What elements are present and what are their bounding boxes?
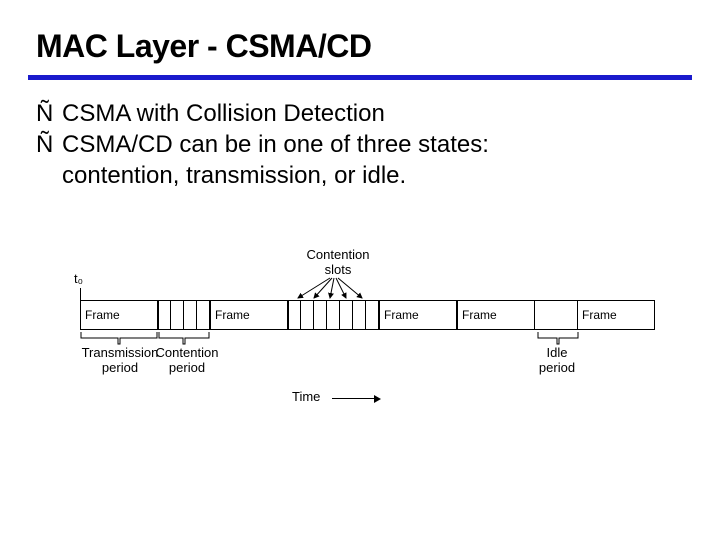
slot-cell <box>340 300 353 330</box>
idle-gap <box>535 300 577 330</box>
slot-cell <box>314 300 327 330</box>
bullet-continuation: contention, transmission, or idle. <box>0 160 720 191</box>
bullet-item: Ñ CSMA with Collision Detection <box>36 98 720 129</box>
title-underline <box>28 75 692 80</box>
contention-slotset <box>288 300 379 330</box>
slot-cell <box>353 300 366 330</box>
slot-cell <box>184 300 197 330</box>
frame-box: Frame <box>379 300 457 330</box>
bullet-list: Ñ CSMA with Collision Detection Ñ CSMA/C… <box>0 98 720 160</box>
bracket-icon <box>537 332 579 346</box>
time-axis-label: Time <box>292 390 320 405</box>
frame-box: Frame <box>457 300 535 330</box>
slot-cell <box>301 300 314 330</box>
slot-cell <box>366 300 379 330</box>
contention-slotset <box>158 300 210 330</box>
bullet-item: Ñ CSMA/CD can be in one of three states: <box>36 129 720 160</box>
bracket-icon <box>80 332 158 346</box>
slide-title: MAC Layer - CSMA/CD <box>0 0 720 75</box>
slot-cell <box>171 300 184 330</box>
contention-arrows-icon <box>280 276 400 302</box>
frame-box: Frame <box>80 300 158 330</box>
csma-cd-diagram: t₀ Contention slots Frame Frame <box>80 248 670 428</box>
idle-period-label: Idle period <box>532 346 582 376</box>
bullet-text: CSMA/CD can be in one of three states: <box>62 129 489 160</box>
arrow-right-icon <box>374 395 381 403</box>
timeline-row: Frame Frame Frame Frame Frame <box>80 300 670 330</box>
bullet-marker: Ñ <box>36 129 62 160</box>
bracket-icon <box>158 332 210 346</box>
contention-period-label: Contention period <box>152 346 222 376</box>
slot-cell <box>197 300 210 330</box>
frame-box: Frame <box>210 300 288 330</box>
slot-cell <box>288 300 301 330</box>
slot-cell <box>158 300 171 330</box>
time-arrow-line <box>332 398 374 399</box>
t0-label: t₀ <box>74 272 83 287</box>
transmission-period-label: Transmission period <box>78 346 162 376</box>
frame-box: Frame <box>577 300 655 330</box>
slot-cell <box>327 300 340 330</box>
t0-tick <box>80 288 81 300</box>
bullet-marker: Ñ <box>36 98 62 129</box>
bullet-text: CSMA with Collision Detection <box>62 98 385 129</box>
contention-slots-label: Contention slots <box>298 248 378 278</box>
